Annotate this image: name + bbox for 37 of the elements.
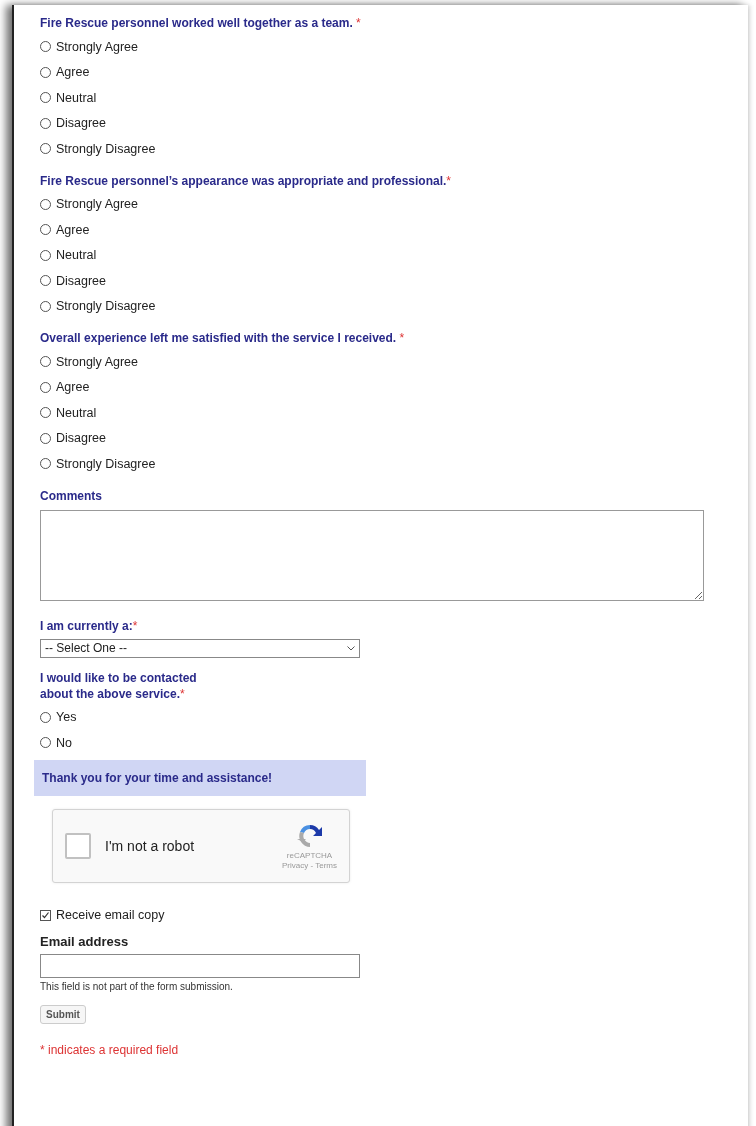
option-label: Neutral [56,248,97,263]
required-note: * indicates a required field [40,1043,180,1057]
option-label: Strongly Disagree [56,299,156,314]
email-field[interactable] [40,954,360,978]
option-label: Yes [56,710,77,725]
captcha-checkbox[interactable] [65,832,91,859]
option-label: Strongly Disagree [56,456,156,471]
comments-field[interactable] [40,509,704,601]
option-label: Disagree [56,116,107,131]
option-label: Disagree [56,431,107,446]
submit-button[interactable]: Submit [40,1005,86,1024]
captcha-label: I'm not a robot [105,837,196,854]
option-label: Agree [56,380,90,395]
option-label: Strongly Agree [56,197,138,212]
comments-label: Comments [40,487,103,504]
email-copy-label: Receive email copy [56,908,165,923]
email-label: Email address [40,934,130,949]
email-copy-checkbox[interactable] [40,909,51,921]
question-label: Fire Rescue personnel’s appearance was appropriate and professional.* [40,172,453,189]
option-label: Disagree [56,273,107,288]
chevron-down-icon [347,645,355,651]
option-label: No [56,735,72,750]
email-note: This field is not part of the form submission. [40,981,234,992]
role-label: I am currently a:* [40,617,139,634]
question-label: Overall experience left me satisfied with the service I received. * [40,330,406,346]
option-label: Strongly Disagree [56,141,156,156]
recaptcha-brand: reCAPTCHA [286,850,333,860]
option-label: Strongly Agree [56,39,138,54]
option-label: Agree [56,222,90,237]
option-label: Strongly Agree [56,354,138,369]
option-label: Neutral [56,405,97,420]
role-dropdown[interactable]: -- Select One -- [40,638,360,658]
question-label: Fire Rescue personnel worked well together as a team. * [40,15,362,31]
thank-you-banner: Thank you for your time and assistance! [34,759,366,796]
option-label: Agree [56,65,90,80]
option-label: Neutral [56,90,97,105]
contact-label: I would like to be contacted about the above service.* [40,669,198,702]
